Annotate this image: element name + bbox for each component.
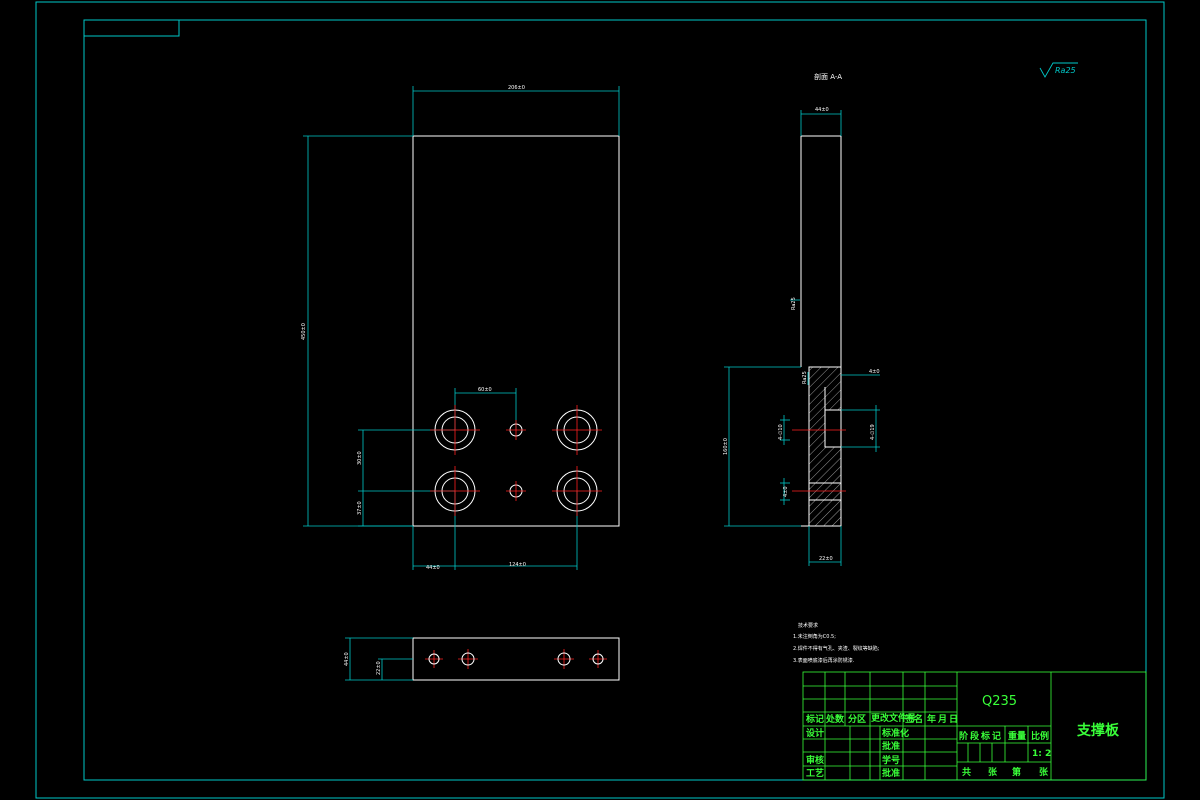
tb-label-day: 日 [949, 714, 958, 725]
material-label: Q235 [982, 694, 1017, 709]
dim-bottom-hole-span: 124±0 [509, 562, 526, 568]
tb-label-sheets-1: 张 [988, 766, 998, 778]
tb-label-month: 月 [937, 714, 947, 725]
technical-note-line: 1.未注倒角为C0.5; [793, 633, 836, 640]
tb-label-student-id: 学号 [882, 754, 900, 766]
tb-label-count: 处数 [825, 713, 845, 725]
tb-label-mark: 标记 [805, 713, 824, 725]
tb-scale-value: 1: 2 [1032, 749, 1051, 759]
dim-side-small: 4±0 [783, 486, 789, 497]
dim-hole-row-bottom: 37±0 [357, 501, 363, 515]
tb-label-approve-2: 批准 [882, 767, 900, 779]
dim-side-right-top: 4±0 [869, 369, 880, 375]
technical-notes-title: 技术要求 [798, 622, 818, 629]
technical-note-line: 2.焊件不得有气孔、夹渣、裂纹等缺陷; [793, 645, 880, 652]
tb-label-process: 工艺 [806, 767, 824, 779]
dim-hole-row-top: 30±0 [357, 451, 363, 465]
tb-label-stage-mark: 阶段标记 [959, 730, 1003, 742]
roughness-side-2: Ra25 [802, 371, 808, 384]
tb-label-signature: 签名 [904, 713, 923, 725]
tb-label-approve-1: 批准 [882, 740, 900, 752]
part-name: 支撑板 [1076, 722, 1120, 739]
dim-front-top-width: 206±0 [508, 85, 525, 91]
tb-label-standardization: 标准化 [881, 727, 909, 739]
dim-side-top: 44±0 [815, 107, 829, 113]
dim-side-height: 160±0 [723, 438, 729, 455]
technical-note-line: 3.表面喷底漆后再涂防锈漆. [793, 657, 855, 664]
dim-side-bore-left: 4-∅10 [778, 424, 784, 440]
cad-drawing-sheet: 206±0 450±0 60±0 30±0 37±0 44±0 124±0 44… [0, 0, 1200, 800]
tb-label-review: 审核 [806, 754, 824, 766]
dim-bottom-view-h1: 44±0 [344, 652, 350, 666]
dim-bottom-view-h2: 22±0 [376, 661, 382, 675]
roughness-side-1: Ra25 [791, 297, 797, 310]
dim-front-height: 450±0 [301, 323, 307, 340]
tb-label-design: 设计 [806, 727, 824, 739]
tb-label-weight: 重量 [1008, 730, 1026, 742]
tb-label-year: 年 [927, 713, 936, 725]
dim-side-bore-right: 4-∅19 [870, 424, 876, 440]
tb-label-zone: 分区 [848, 713, 866, 725]
dim-bottom-left: 44±0 [426, 565, 440, 571]
dim-hole-spacing-top: 60±0 [478, 387, 492, 393]
tb-label-sheet-no: 第 [1012, 766, 1021, 778]
tb-label-scale: 比例 [1031, 730, 1049, 742]
tb-label-total: 共 [962, 766, 971, 778]
roughness-label: Ra25 [1055, 66, 1076, 75]
dim-side-bottom: 22±0 [819, 556, 833, 562]
tb-label-sheets-2: 张 [1039, 766, 1049, 778]
section-label: 剖面 A-A [814, 72, 842, 81]
